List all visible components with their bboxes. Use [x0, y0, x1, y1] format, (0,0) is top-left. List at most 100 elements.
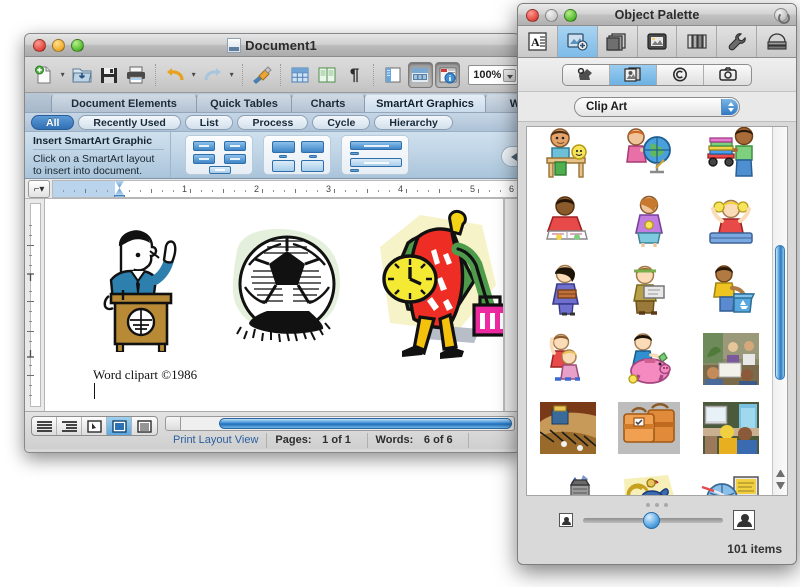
- top-margin-marker[interactable]: [26, 273, 35, 282]
- clipart-filter-icon[interactable]: [610, 64, 657, 85]
- new-document-icon[interactable]: [31, 62, 56, 88]
- photos-filter-icon[interactable]: [704, 65, 751, 85]
- slider-knob[interactable]: [643, 511, 660, 529]
- sidebar-icon[interactable]: [380, 62, 405, 88]
- kids-waving-thumb[interactable]: [532, 326, 604, 392]
- gear-icon[interactable]: [774, 8, 790, 24]
- speaker-at-podium-clipart[interactable]: [93, 224, 213, 352]
- soccer-ball-clipart[interactable]: [225, 227, 347, 347]
- office-desk-thumb[interactable]: [695, 395, 767, 461]
- format-painter-icon[interactable]: [249, 62, 274, 88]
- tab-document-elements[interactable]: Document Elements: [51, 94, 197, 112]
- symbols-icon[interactable]: [677, 26, 718, 57]
- left-indent-marker[interactable]: [114, 195, 125, 197]
- filter-list[interactable]: List: [184, 114, 234, 130]
- smartart-alternating-blocks[interactable]: [263, 135, 331, 175]
- abstract-traveler-with-clock-clipart[interactable]: [362, 207, 503, 359]
- category-select[interactable]: Clip Art: [574, 96, 740, 117]
- scroll-thumb[interactable]: [219, 417, 512, 429]
- redo-icon[interactable]: [200, 62, 225, 88]
- hanging-indent-marker[interactable]: [115, 188, 124, 195]
- open-icon[interactable]: [69, 62, 94, 88]
- large-thumbnail-icon[interactable]: [733, 510, 755, 530]
- scroll-down-arrow-icon[interactable]: [776, 482, 785, 489]
- horizontal-ruler[interactable]: 1 2 3 4 5 6: [52, 180, 519, 198]
- scroll-left-button[interactable]: [165, 415, 181, 431]
- save-icon[interactable]: [96, 62, 121, 88]
- miner-tunnel-thumb[interactable]: [532, 395, 604, 461]
- table-icon[interactable]: [287, 62, 312, 88]
- filter-hierarchy[interactable]: Hierarchy: [374, 114, 453, 130]
- photos-icon[interactable]: [638, 26, 678, 57]
- girl-recycling-thumb[interactable]: [695, 257, 767, 323]
- palette-scroll-thumb[interactable]: [775, 245, 785, 380]
- tab-quick-tables[interactable]: Quick Tables: [196, 94, 292, 112]
- document-caption[interactable]: Word clipart ©1986: [93, 367, 197, 383]
- thumbnail-size-slider[interactable]: [583, 511, 723, 529]
- minimize-button[interactable]: [52, 39, 65, 52]
- scroll-up-arrow-icon[interactable]: [776, 470, 785, 477]
- clipart-icon[interactable]: [598, 26, 638, 57]
- undo-dropdown[interactable]: ▾: [189, 62, 198, 88]
- palette-close-button[interactable]: [526, 9, 539, 22]
- text-icon[interactable]: A: [518, 26, 558, 57]
- redo-dropdown[interactable]: ▾: [227, 62, 236, 88]
- boy-reading-thumb[interactable]: [532, 188, 604, 254]
- ribbon-toggle-icon[interactable]: [407, 61, 433, 88]
- boy-with-books-thumb[interactable]: [695, 127, 767, 185]
- knight-horse-thumb[interactable]: [613, 464, 685, 495]
- palette-scrollbar[interactable]: [772, 127, 787, 495]
- scroll-track[interactable]: [181, 415, 515, 431]
- palette-zoom-button[interactable]: [564, 9, 577, 22]
- office-meeting-thumb[interactable]: [695, 326, 767, 392]
- filter-all[interactable]: All: [31, 114, 75, 130]
- shapes-icon[interactable]: [557, 26, 598, 57]
- filter-cycle[interactable]: Cycle: [312, 114, 371, 130]
- girl-with-globe-thumb[interactable]: [613, 127, 685, 185]
- view-mode-label[interactable]: Print Layout View: [165, 432, 268, 448]
- print-icon[interactable]: [124, 62, 149, 88]
- smartart-vertical-bar-list[interactable]: [341, 135, 409, 175]
- shapes-filter-icon[interactable]: [563, 64, 610, 85]
- document-page[interactable]: Word clipart ©1986: [45, 199, 504, 411]
- new-document-dropdown[interactable]: ▾: [58, 62, 67, 88]
- girl-cheering-thumb[interactable]: [695, 188, 767, 254]
- undo-icon[interactable]: [162, 62, 187, 88]
- clipart-grid[interactable]: [527, 127, 772, 495]
- close-button[interactable]: [33, 39, 46, 52]
- print-layout-view-button[interactable]: [107, 417, 132, 435]
- zoom-level-input[interactable]: 100%: [468, 64, 519, 85]
- boy-with-tray-thumb[interactable]: [613, 257, 685, 323]
- scrapbook-icon[interactable]: [757, 26, 796, 57]
- symbols-filter-icon[interactable]: [657, 64, 704, 85]
- bottom-margin-marker[interactable]: [26, 349, 35, 358]
- smartart-basic-block-list[interactable]: [185, 135, 253, 175]
- small-thumbnail-icon[interactable]: [559, 513, 573, 527]
- girl-standing-thumb[interactable]: [613, 188, 685, 254]
- luggage-thumb[interactable]: [613, 395, 685, 461]
- draft-view-button[interactable]: [32, 417, 57, 435]
- show-paragraph-marks-icon[interactable]: ¶: [342, 62, 367, 88]
- girl-with-book-thumb[interactable]: [532, 257, 604, 323]
- zoom-dropdown-arrow[interactable]: [502, 68, 516, 82]
- first-line-indent-marker[interactable]: [115, 181, 124, 188]
- vertical-ruler[interactable]: [25, 199, 45, 411]
- publishing-layout-view-button[interactable]: [82, 417, 107, 435]
- books-lamp-thumb[interactable]: [532, 464, 604, 495]
- horizontal-scrollbar[interactable]: [165, 415, 515, 431]
- boy-at-desk-thumb[interactable]: [532, 127, 604, 185]
- girl-piggy-bank-thumb[interactable]: [613, 326, 685, 392]
- filter-process[interactable]: Process: [237, 114, 309, 130]
- columns-icon[interactable]: [315, 62, 340, 88]
- outline-view-button[interactable]: [57, 417, 82, 435]
- tab-smartart-graphics[interactable]: SmartArt Graphics: [364, 94, 486, 112]
- tab-wordart[interactable]: W: [485, 94, 519, 112]
- filter-recently-used[interactable]: Recently Used: [78, 114, 181, 130]
- notebook-layout-view-button[interactable]: [132, 417, 157, 435]
- globe-computer-thumb[interactable]: [695, 464, 767, 495]
- tab-charts[interactable]: Charts: [291, 94, 365, 112]
- chevron-updown-icon[interactable]: [721, 98, 738, 115]
- zoom-button[interactable]: [71, 39, 84, 52]
- tab-stop-selector[interactable]: ⌐▾: [28, 180, 50, 198]
- toolbox-icon[interactable]: [434, 61, 461, 88]
